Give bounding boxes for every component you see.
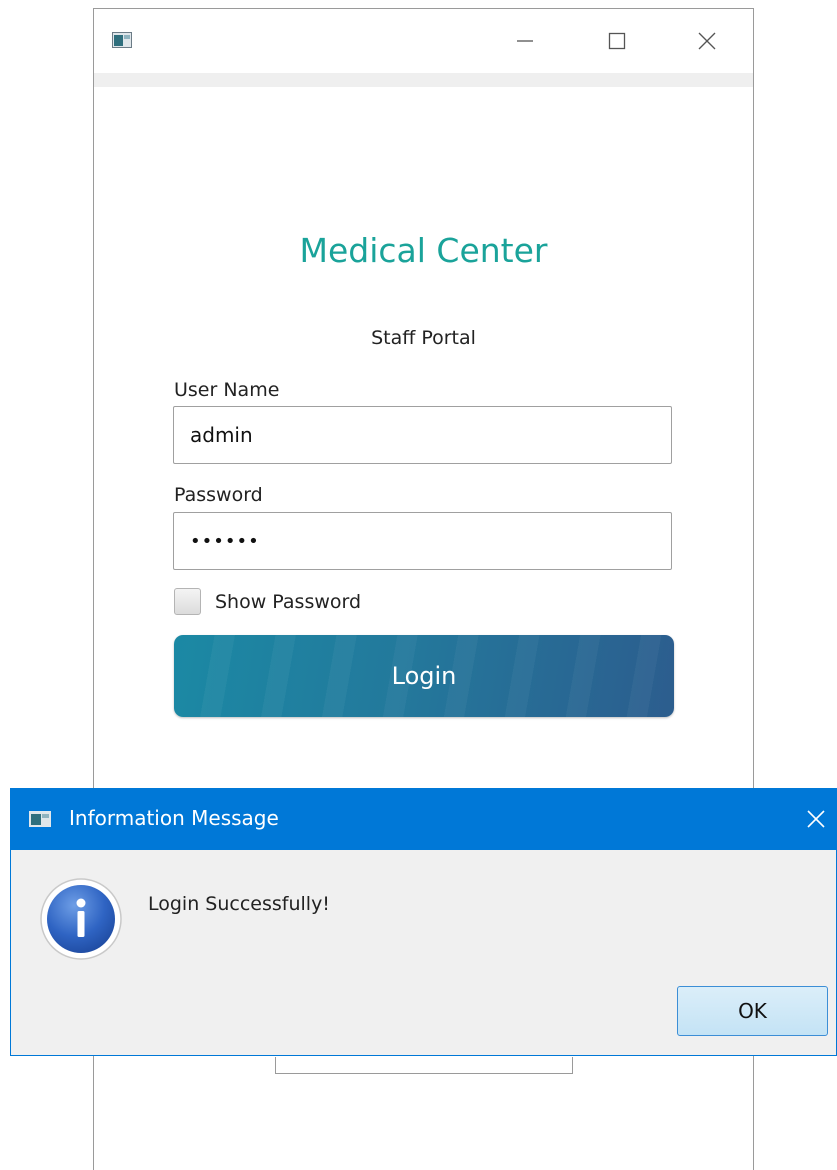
dialog-message: Login Successfully! xyxy=(148,893,330,915)
portal-subtitle: Staff Portal xyxy=(371,327,476,349)
password-value: •••••• xyxy=(190,530,260,552)
maximize-button[interactable] xyxy=(594,21,640,61)
username-input[interactable]: admin xyxy=(173,406,672,464)
show-password-row[interactable]: Show Password xyxy=(174,588,361,615)
dialog-close-button[interactable] xyxy=(801,803,831,835)
app-title: Medical Center xyxy=(299,231,548,270)
ok-button[interactable]: OK xyxy=(677,986,828,1036)
window-titlebar[interactable] xyxy=(94,9,753,73)
close-icon xyxy=(698,32,716,50)
username-value: admin xyxy=(190,423,253,447)
app-window-icon xyxy=(112,32,132,48)
menu-strip xyxy=(94,73,753,87)
minimize-icon xyxy=(517,40,533,42)
info-icon xyxy=(39,877,123,961)
password-label: Password xyxy=(174,484,263,506)
login-button-label: Login xyxy=(391,662,457,690)
username-label: User Name xyxy=(174,379,280,401)
close-icon xyxy=(807,810,825,828)
show-password-label: Show Password xyxy=(215,590,362,613)
dialog-title: Information Message xyxy=(69,806,279,830)
dialog-titlebar[interactable]: Information Message xyxy=(11,789,836,850)
minimize-button[interactable] xyxy=(502,21,548,61)
maximize-icon xyxy=(608,32,626,50)
show-password-checkbox[interactable] xyxy=(174,588,201,615)
obscured-element xyxy=(275,1057,573,1074)
close-window-button[interactable] xyxy=(684,21,730,61)
ok-button-label: OK xyxy=(738,999,767,1023)
information-dialog: Information Message Login Successfully! xyxy=(10,788,837,1056)
password-input[interactable]: •••••• xyxy=(173,512,672,570)
app-window-icon xyxy=(29,811,51,827)
login-button[interactable]: Login xyxy=(174,635,674,717)
